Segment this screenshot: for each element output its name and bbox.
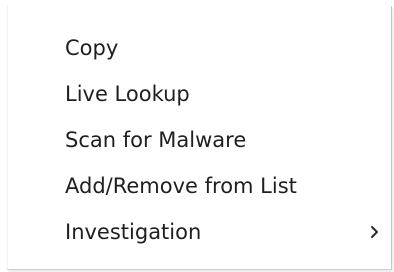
menu-item-label: Live Lookup [65,82,190,106]
menu-item-add-remove-from-list[interactable]: Add/Remove from List [8,164,391,208]
menu-item-copy[interactable]: Copy [8,26,391,70]
menu-item-label: Scan for Malware [65,128,247,152]
menu-item-label: Copy [65,36,119,60]
menu-item-label: Add/Remove from List [65,174,297,198]
menu-item-live-lookup[interactable]: Live Lookup [8,72,391,116]
menu-item-label: Investigation [65,220,202,244]
menu-item-investigation[interactable]: Investigation [8,210,391,254]
chevron-right-icon [371,226,378,238]
context-menu: Copy Live Lookup Scan for Malware Add/Re… [7,6,392,270]
menu-item-scan-for-malware[interactable]: Scan for Malware [8,118,391,162]
